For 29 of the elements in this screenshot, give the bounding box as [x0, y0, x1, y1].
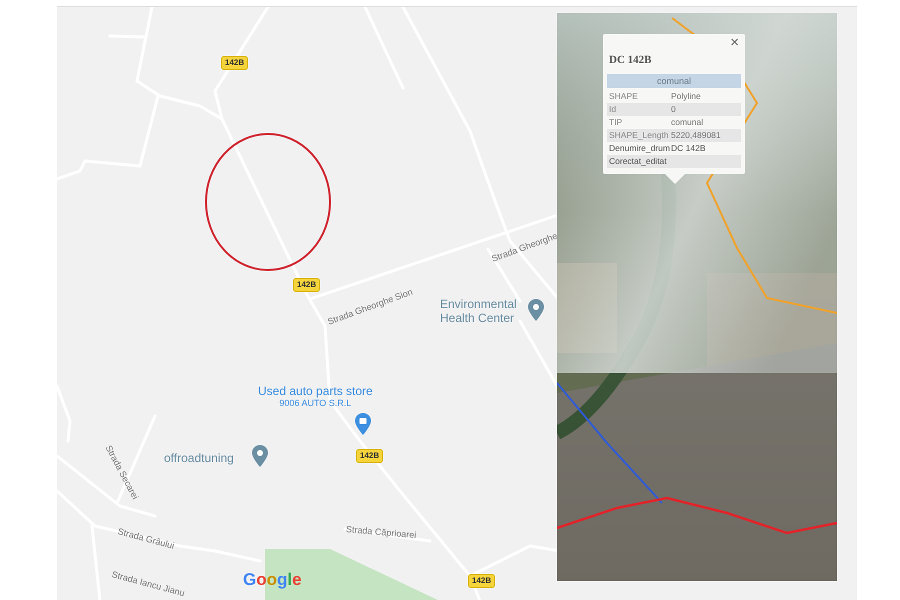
popup-header: comunal	[607, 74, 741, 88]
street-label: Strada Căprioarei	[346, 524, 417, 540]
place-label[interactable]: offroadtuning	[164, 451, 254, 465]
field-value: 5220,489081	[671, 130, 721, 141]
route-shield: 142B	[468, 574, 496, 588]
field-name: Id	[609, 104, 618, 115]
field-name: SHAPE	[609, 91, 639, 102]
street-label: Strada Iancu Jianu	[110, 569, 186, 598]
place-label[interactable]: Used auto parts store	[258, 384, 373, 398]
map-pin-icon[interactable]	[528, 299, 544, 321]
place-subtitle: 9006 AUTO S.R.L	[278, 398, 352, 408]
route-shield: 142B	[356, 449, 384, 463]
close-button[interactable]: ×	[728, 35, 741, 51]
field-value: DC 142B	[671, 143, 706, 154]
field-name: Corectat_editat	[609, 156, 668, 167]
field-value: comunal	[671, 117, 704, 128]
field-name: Denumire_drum	[609, 143, 671, 154]
route-shield: 142B	[293, 278, 320, 292]
google-logo: Google	[243, 570, 302, 590]
shopping-bag-pin-icon[interactable]	[355, 413, 371, 435]
field-name: SHAPE_Length	[609, 130, 670, 141]
map-pin-icon[interactable]	[252, 445, 268, 467]
field-value: Polyline	[671, 91, 701, 102]
place-label[interactable]: Environmental Health Center	[440, 297, 530, 325]
route-shield: 142B	[221, 56, 248, 70]
field-name: TIP	[609, 117, 624, 128]
street-label: Strada Grâului	[116, 526, 176, 551]
field-value: 0	[671, 104, 676, 115]
popup-title: DC 142B	[609, 54, 652, 66]
